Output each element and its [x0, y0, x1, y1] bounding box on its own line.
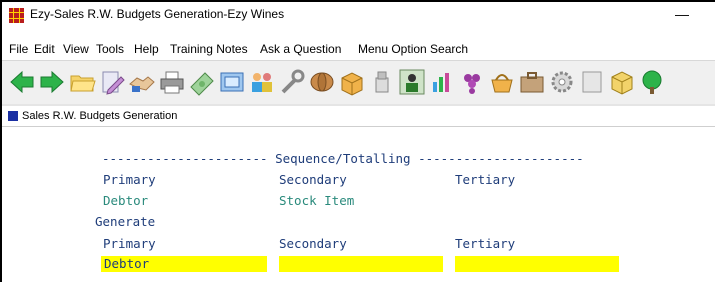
worker-icon[interactable] — [398, 68, 426, 96]
primary-value[interactable]: Debtor — [103, 193, 148, 209]
tree-icon[interactable] — [638, 68, 666, 96]
box-icon[interactable] — [338, 68, 366, 96]
generate-secondary-field[interactable] — [279, 256, 443, 272]
generate-primary-label: Primary — [103, 236, 156, 251]
secondary-label: Secondary — [279, 172, 347, 187]
sugar-icon[interactable] — [368, 68, 396, 96]
document-tab-strip: Sales R.W. Budgets Generation — [2, 108, 715, 127]
generate-tertiary-field[interactable] — [455, 256, 619, 272]
generate-label: Generate — [95, 214, 156, 229]
basket-icon[interactable] — [488, 68, 516, 96]
section-header-sequence-totalling: ---------------------- Sequence/Totallin… — [102, 151, 584, 166]
minimize-button[interactable]: — — [669, 4, 695, 24]
toolbar-divider — [2, 104, 715, 106]
primary-label: Primary — [103, 172, 156, 187]
wrench-icon[interactable] — [278, 68, 306, 96]
cash-register-icon[interactable] — [218, 68, 246, 96]
menu-view[interactable]: View — [63, 42, 89, 56]
window-icon[interactable] — [578, 68, 606, 96]
menu-ask-a-question[interactable]: Ask a Question — [260, 42, 341, 56]
grapes-icon[interactable] — [458, 68, 486, 96]
app-window: Ezy-Sales R.W. Budgets Generation-Ezy Wi… — [0, 0, 715, 282]
barrel-icon[interactable] — [308, 68, 336, 96]
generate-secondary-label: Secondary — [279, 236, 347, 251]
forward-arrow-icon[interactable] — [38, 68, 66, 96]
menu-file[interactable]: File — [9, 42, 28, 56]
gear-icon[interactable] — [548, 68, 576, 96]
toolbar — [2, 60, 715, 106]
app-grid-icon — [9, 8, 24, 23]
secondary-value[interactable]: Stock Item — [279, 193, 354, 209]
tertiary-label: Tertiary — [455, 172, 516, 187]
edit-document-icon[interactable] — [98, 68, 126, 96]
menu-training-notes[interactable]: Training Notes — [170, 42, 248, 56]
tab-blue-square-icon — [8, 111, 18, 121]
package-icon[interactable] — [608, 68, 636, 96]
window-title: Ezy-Sales R.W. Budgets Generation-Ezy Wi… — [30, 7, 285, 21]
generate-tertiary-label: Tertiary — [455, 236, 516, 251]
menu-help[interactable]: Help — [134, 42, 159, 56]
people-icon[interactable] — [248, 68, 276, 96]
menu-tools[interactable]: Tools — [96, 42, 124, 56]
menu-option-search[interactable]: Menu Option Search — [358, 42, 468, 56]
back-arrow-icon[interactable] — [8, 68, 36, 96]
menu-bar: File Edit View Tools Help Training Notes… — [2, 40, 715, 60]
tab-sales-rw-budgets-generation[interactable]: Sales R.W. Budgets Generation — [22, 110, 177, 122]
handshake-icon[interactable] — [128, 68, 156, 96]
generate-primary-field[interactable]: Debtor — [101, 256, 267, 272]
chart-icon[interactable] — [428, 68, 456, 96]
menu-edit[interactable]: Edit — [34, 42, 55, 56]
title-bar: Ezy-Sales R.W. Budgets Generation-Ezy Wi… — [2, 2, 715, 28]
folder-icon[interactable] — [68, 68, 96, 96]
money-icon[interactable] — [188, 68, 216, 96]
generate-primary-value: Debtor — [104, 256, 150, 271]
printer-icon[interactable] — [158, 68, 186, 96]
briefcase-icon[interactable] — [518, 68, 546, 96]
